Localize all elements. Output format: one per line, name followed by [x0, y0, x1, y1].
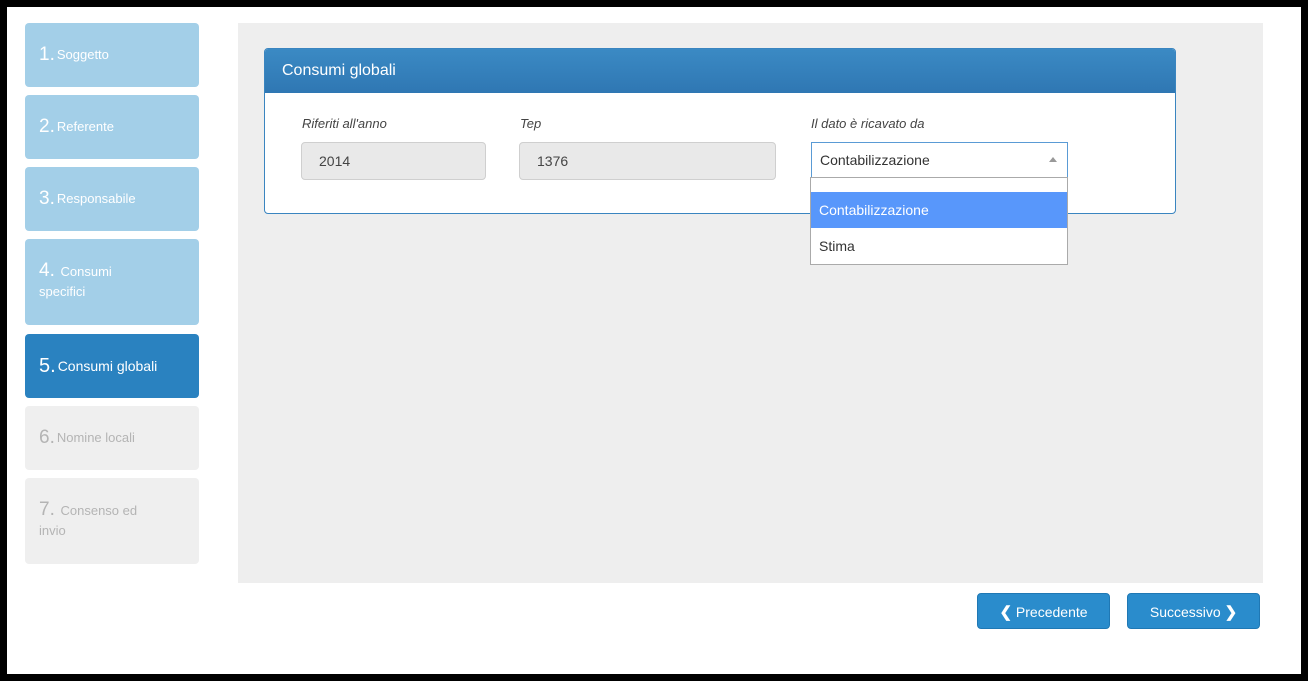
step-responsabile[interactable]: 3. Responsabile — [25, 167, 199, 231]
step-consumi-globali[interactable]: 5. Consumi globali — [25, 334, 199, 398]
source-label: Il dato è ricavato da — [811, 116, 925, 131]
source-dropdown: Contabilizzazione Stima — [810, 177, 1068, 265]
chevron-left-icon: ❮ — [999, 604, 1013, 621]
source-select[interactable]: Contabilizzazione — [811, 142, 1068, 178]
chevron-right-icon: ❯ — [1224, 604, 1238, 621]
year-label: Riferiti all'anno — [302, 116, 387, 131]
step-consenso-invio: 7. Consenso ed invio — [25, 478, 199, 564]
next-button[interactable]: Successivo ❯ — [1127, 593, 1260, 629]
caret-up-icon — [1049, 157, 1057, 162]
dropdown-search-area[interactable] — [811, 178, 1067, 192]
option-contabilizzazione[interactable]: Contabilizzazione — [811, 192, 1067, 228]
panel-title: Consumi globali — [265, 49, 1175, 93]
previous-button[interactable]: ❮ Precedente — [977, 593, 1110, 629]
step-soggetto[interactable]: 1. Soggetto — [25, 23, 199, 87]
tep-field[interactable]: 1376 — [519, 142, 776, 180]
step-nomine-locali: 6. Nomine locali — [25, 406, 199, 470]
option-stima[interactable]: Stima — [811, 228, 1067, 264]
year-field[interactable]: 2014 — [301, 142, 486, 180]
step-consumi-specifici[interactable]: 4. Consumi specifici — [25, 239, 199, 325]
tep-label: Tep — [520, 116, 542, 131]
step-referente[interactable]: 2. Referente — [25, 95, 199, 159]
